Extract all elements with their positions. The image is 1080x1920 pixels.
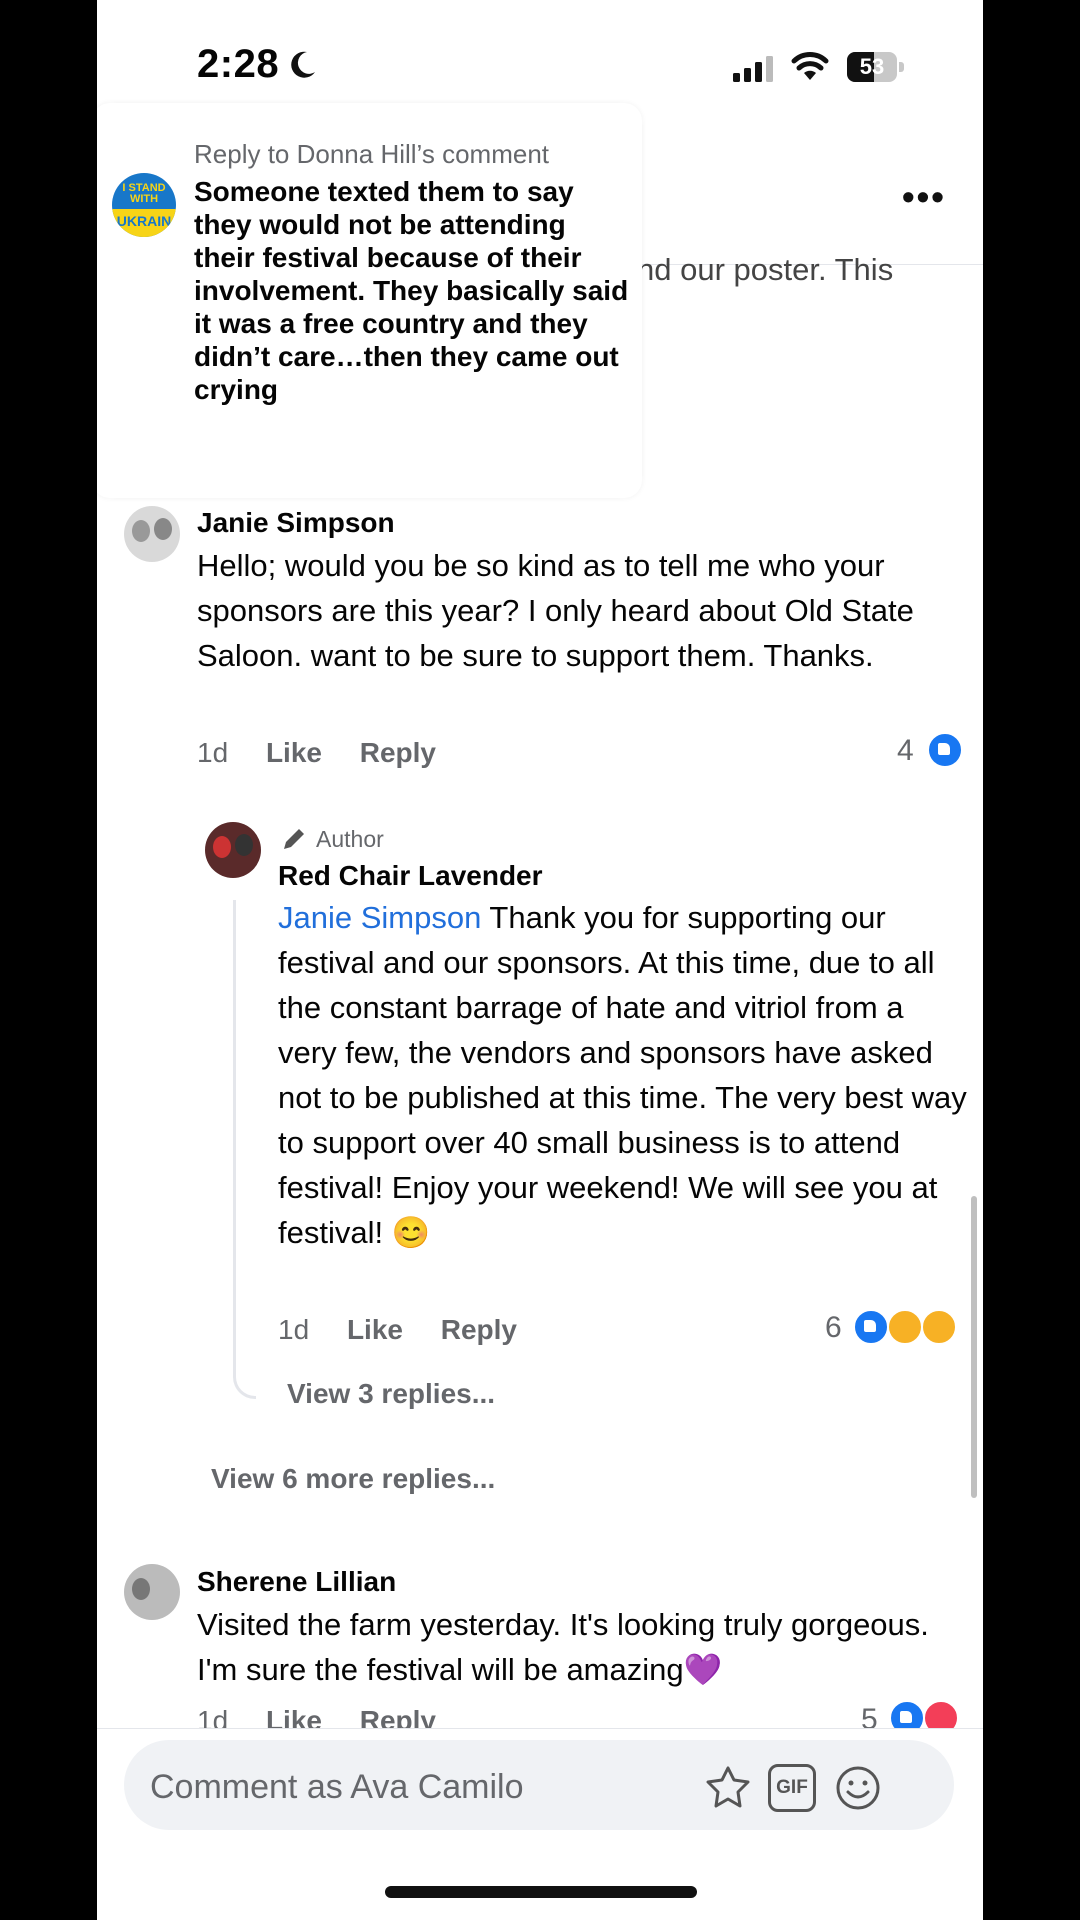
avatar[interactable] [205, 822, 261, 878]
reply-to-label: Reply to Donna Hill’s comment [194, 139, 549, 169]
like-button[interactable]: Like [266, 737, 322, 768]
reaction-count[interactable]: 4 [897, 734, 914, 768]
wifi-icon [791, 52, 829, 80]
comment-time: 1d [278, 1314, 310, 1345]
comment-text: Hello; would you be so kind as to tell m… [197, 548, 914, 673]
phone-screen: 2:28 53 ••• nd our poster. This I STAND … [97, 0, 983, 1920]
sticker-icon[interactable] [704, 1764, 752, 1812]
avatar-text-bottom: UKRAIN [116, 213, 172, 229]
commenter-name[interactable]: Red Chair Lavender [278, 860, 543, 892]
home-indicator[interactable] [385, 1886, 697, 1898]
author-badge: Author [316, 826, 384, 852]
comment-text: Visited the farm yesterday. It's looking… [197, 1607, 929, 1687]
reaction-count[interactable]: 6 [825, 1311, 842, 1345]
thread-line [233, 900, 256, 1399]
comment-actions: 1d Like Reply [278, 1314, 547, 1346]
gif-icon[interactable]: GIF [768, 1764, 816, 1812]
signal-icon [733, 56, 773, 82]
moon-icon [291, 51, 315, 78]
commenter-name[interactable]: Sherene Lillian [197, 1566, 396, 1598]
care-reaction-icon [887, 1309, 923, 1345]
avatar[interactable] [124, 1564, 180, 1620]
scrollbar[interactable] [971, 1196, 977, 1498]
view-replies-link[interactable]: View 3 replies... [287, 1378, 495, 1410]
status-time: 2:28 [197, 42, 280, 86]
comment-placeholder: Comment as Ava Camilo [150, 1768, 524, 1806]
emoji-icon[interactable] [834, 1764, 882, 1812]
comment-actions: 1d Like Reply [197, 737, 466, 769]
like-reaction-icon [927, 732, 963, 768]
avatar-text: I STAND WITH [122, 182, 166, 205]
avatar[interactable] [124, 506, 180, 562]
reply-text: Someone texted them to say they would no… [194, 176, 629, 405]
sad-reaction-icon [921, 1309, 957, 1345]
commenter-name[interactable]: Janie Simpson [197, 507, 395, 539]
reply-button[interactable]: Reply [360, 737, 436, 768]
battery-level: 53 [859, 54, 885, 79]
like-reaction-icon [853, 1309, 889, 1345]
mention-link[interactable]: Janie Simpson [278, 900, 481, 935]
view-more-replies-link[interactable]: View 6 more replies... [211, 1463, 495, 1495]
post-snippet: nd our poster. This [637, 252, 894, 287]
comment-text: Janie Simpson Thank you for supporting o… [278, 895, 968, 1255]
comment-input[interactable]: Comment as Ava Camilo GIF [124, 1740, 954, 1830]
comment-time: 1d [197, 737, 229, 768]
pencil-icon [284, 829, 304, 849]
battery-icon: 53 [847, 52, 905, 82]
more-options-icon[interactable]: ••• [902, 176, 946, 218]
avatar[interactable]: I STAND WITH UKRAIN [112, 173, 176, 237]
like-button[interactable]: Like [347, 1314, 403, 1345]
reply-overlay-card: I STAND WITH UKRAIN Reply to Donna Hill’… [97, 103, 642, 498]
comment-body: Thank you for supporting our festival an… [278, 900, 967, 1250]
reply-button[interactable]: Reply [441, 1314, 517, 1345]
